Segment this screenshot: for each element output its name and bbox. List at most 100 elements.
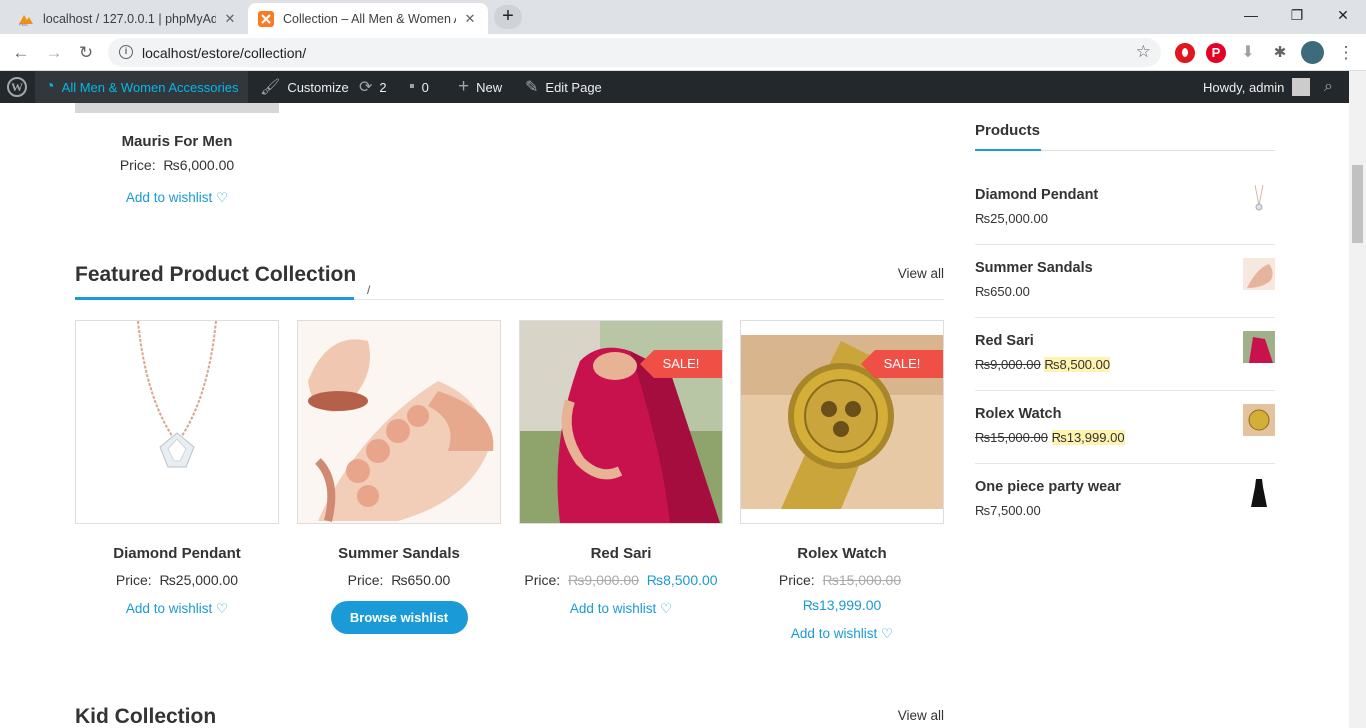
profile-avatar[interactable] (1301, 41, 1324, 64)
product-image[interactable] (75, 320, 279, 524)
price-label: Price: (119, 157, 156, 173)
phpmyadmin-icon: PMA (19, 14, 33, 27)
address-bar[interactable]: i localhost/estore/collection/ ☆ (108, 38, 1161, 67)
svg-text:PMA: PMA (19, 22, 28, 27)
product-price: Price: ₨9,000.00 ₨8,500.00 (519, 568, 723, 593)
sale-badge: SALE! (861, 350, 943, 378)
sidebar-product-price: ₨25,000.00 (975, 211, 1048, 226)
pencil-icon: ✎ (525, 79, 539, 96)
site-name-label: All Men & Women Accessories (61, 79, 239, 95)
price-value: ₨6,000.00 (163, 157, 235, 173)
admin-bar-new[interactable]: + New (458, 71, 502, 103)
sidebar-product-name[interactable]: Summer Sandals (975, 260, 1093, 276)
pendant-thumbnail[interactable] (1243, 185, 1275, 217)
new-tab-button[interactable]: + (494, 5, 522, 29)
download-extension-icon[interactable]: ⬇ (1238, 43, 1258, 63)
product-name[interactable]: Summer Sandals (297, 545, 501, 562)
sale-price: ₨8,500.00 (1044, 357, 1111, 372)
sandals-thumbnail[interactable] (1243, 258, 1275, 290)
sidebar-product-name[interactable]: Rolex Watch (975, 406, 1061, 422)
product-image[interactable] (297, 320, 501, 524)
admin-search-icon[interactable]: ⌕ (1324, 71, 1333, 103)
add-to-wishlist-link[interactable]: Add to wishlist ♡ (519, 601, 723, 617)
browser-menu-icon[interactable]: ⋮ (1336, 43, 1356, 63)
price-value: ₨650.00 (391, 572, 451, 588)
product-name[interactable]: Diamond Pendant (75, 545, 279, 562)
add-to-wishlist-link[interactable]: Add to wishlist ♡ (740, 626, 944, 642)
url-text[interactable]: localhost/estore/collection/ (142, 45, 306, 61)
close-tab-icon[interactable]: ✕ (222, 11, 238, 27)
product-image[interactable] (75, 103, 279, 113)
product-price: Price: ₨650.00 (297, 568, 501, 593)
dress-thumbnail[interactable] (1243, 477, 1275, 509)
price-value: ₨25,000.00 (159, 572, 239, 588)
wordpress-logo-icon[interactable]: W (7, 71, 27, 103)
old-price: ₨15,000.00 (975, 430, 1048, 445)
tab-title: Collection – All Men & Women Accessories (283, 11, 456, 26)
product-name[interactable]: Mauris For Men (75, 133, 279, 150)
browse-wishlist-button[interactable]: Browse wishlist (330, 601, 468, 634)
product-price: Price: ₨6,000.00 (75, 157, 279, 173)
info-icon[interactable]: i (119, 45, 133, 59)
price-label: Price: (778, 572, 815, 588)
old-price: ₨9,000.00 (975, 357, 1041, 372)
view-all-link[interactable]: View all (898, 266, 944, 281)
reload-icon[interactable]: ↻ (73, 40, 99, 66)
forward-icon[interactable]: → (41, 40, 67, 66)
back-icon[interactable]: ← (8, 40, 34, 66)
product-image[interactable]: SALE! (519, 320, 723, 524)
sidebar-product-name[interactable]: One piece party wear (975, 479, 1121, 495)
sidebar-product-name[interactable]: Diamond Pendant (975, 187, 1098, 203)
sidebar-product-price: ₨15,000.00 ₨13,999.00 (975, 430, 1125, 445)
sidebar-product-name[interactable]: Red Sari (975, 333, 1034, 349)
close-window-icon[interactable]: ✕ (1320, 0, 1366, 30)
opera-extension-icon[interactable] (1175, 43, 1195, 63)
product-card: Diamond Pendant Price: ₨25,000.00 Add to… (75, 320, 279, 617)
scrollbar-thumb[interactable] (1352, 165, 1363, 243)
sidebar-widget-title: Products (975, 122, 1041, 139)
pinterest-extension-icon[interactable]: P (1206, 43, 1226, 63)
xampp-icon (258, 10, 274, 27)
sale-price: ₨13,999.00 (1051, 430, 1125, 445)
section-title: Featured Product Collection (75, 263, 357, 286)
plus-icon: + (458, 76, 470, 97)
product-price: Price: ₨25,000.00 (75, 568, 279, 593)
admin-bar-edit-page[interactable]: ✎ Edit Page (525, 71, 602, 103)
sidebar-product-item[interactable]: Diamond Pendant ₨25,000.00 (975, 172, 1275, 245)
page-scrollbar[interactable] (1349, 71, 1366, 728)
sidebar-product-item[interactable]: One piece party wear ₨7,500.00 (975, 464, 1275, 537)
watch-thumbnail[interactable] (1243, 404, 1275, 436)
sandals-image (298, 321, 500, 523)
sidebar-product-item[interactable]: Red Sari ₨9,000.00 ₨8,500.00 (975, 318, 1275, 391)
close-tab-icon[interactable]: ✕ (462, 11, 478, 27)
tab-collection[interactable]: Collection – All Men & Women Accessories… (248, 3, 488, 34)
old-price: ₨9,000.00 (568, 572, 639, 588)
minimize-icon[interactable]: — (1228, 0, 1274, 30)
sidebar-title-underline (975, 149, 1041, 151)
product-image[interactable]: SALE! (740, 320, 944, 524)
view-all-link[interactable]: View all (898, 708, 944, 723)
product-name[interactable]: Rolex Watch (740, 545, 944, 562)
sari-thumbnail[interactable] (1243, 331, 1275, 363)
comments-count: 0 (421, 79, 429, 95)
sidebar-product-item[interactable]: Rolex Watch ₨15,000.00 ₨13,999.00 (975, 391, 1275, 464)
sidebar-product-price: ₨7,500.00 (975, 503, 1041, 518)
extensions-puzzle-icon[interactable]: ✱ (1270, 43, 1290, 63)
admin-bar-site-name[interactable]: ◔ All Men & Women Accessories (35, 71, 249, 103)
browser-tab-strip: PMA localhost / 127.0.0.1 | phpMyAdmin ✕… (0, 0, 1366, 34)
product-name[interactable]: Red Sari (519, 545, 723, 562)
product-card: SALE! Red Sari Price: ₨9,000.00 ₨8,500.0… (519, 320, 723, 617)
bookmark-star-icon[interactable]: ☆ (1136, 42, 1151, 62)
add-to-wishlist-link[interactable]: Add to wishlist ♡ (75, 601, 279, 617)
admin-bar-updates[interactable]: ⟳ 2 (359, 71, 387, 103)
admin-bar-customize[interactable]: 🖌 Customize (260, 71, 349, 103)
add-to-wishlist-link[interactable]: Add to wishlist ♡ (75, 190, 279, 206)
restore-icon[interactable]: ❐ (1274, 0, 1320, 30)
admin-bar-account[interactable]: Howdy, admin (1203, 71, 1311, 103)
price-label: Price: (347, 572, 384, 588)
sidebar-product-item[interactable]: Summer Sandals ₨650.00 (975, 245, 1275, 318)
section-title-underline (75, 297, 354, 300)
admin-bar-comments[interactable]: ▪ 0 (409, 71, 429, 103)
tab-phpmyadmin[interactable]: PMA localhost / 127.0.0.1 | phpMyAdmin ✕ (8, 3, 248, 34)
tab-title: localhost / 127.0.0.1 | phpMyAdmin (43, 11, 216, 26)
